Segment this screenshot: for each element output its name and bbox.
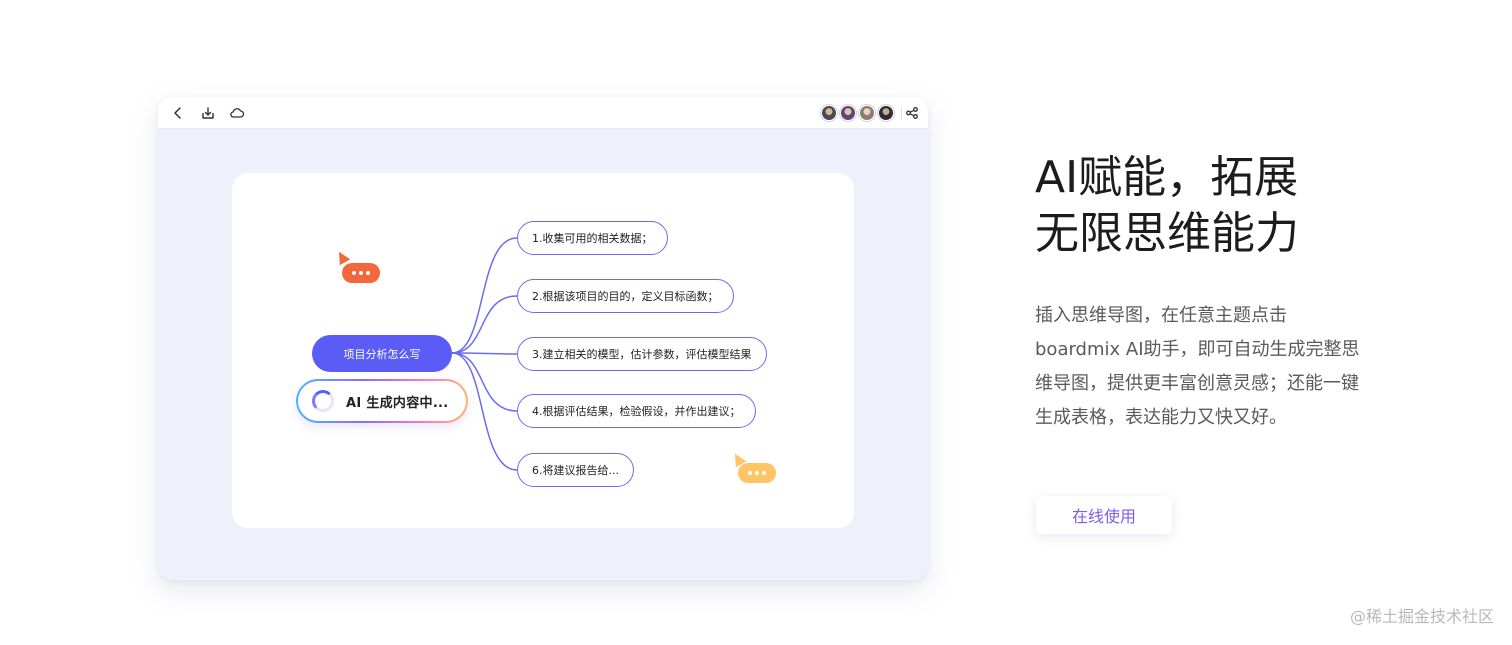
feature-headline: AI赋能，拓展 无限思维能力 [1035,150,1395,262]
share-icon[interactable] [904,105,920,121]
child-topic-node[interactable]: 1.收集可用的相关数据； [517,221,668,255]
chat-bubble-icon [342,263,380,283]
child-topic-node[interactable]: 4.根据评估结果，检验假设，并作出建议； [517,394,756,428]
ai-status-text: AI 生成内容中... [346,395,449,411]
chat-bubble-icon [738,463,776,483]
headline-line: AI赋能，拓展 [1035,152,1299,203]
branch-line [451,295,518,354]
app-window-preview: 项目分析怎么写 AI 生成内容中... 1.收集可用的相关数据； 2.根据该项目… [158,97,928,580]
avatar[interactable] [878,105,894,121]
child-topic-node[interactable]: 2.根据该项目的目的，定义目标函数； [517,279,734,313]
download-icon[interactable] [200,105,216,121]
root-topic-node[interactable]: 项目分析怎么写 [312,335,452,372]
avatar[interactable] [821,105,837,121]
branch-line [451,352,518,355]
toolbar-divider [901,107,902,119]
mindmap-canvas[interactable]: 项目分析怎么写 AI 生成内容中... 1.收集可用的相关数据； 2.根据该项目… [232,173,854,528]
app-toolbar [158,97,928,129]
avatar[interactable] [840,105,856,121]
branch-line [451,237,518,354]
child-topic-node[interactable]: 3.建立相关的模型，估计参数，评估模型结果 [517,337,767,371]
headline-line: 无限思维能力 [1035,208,1299,259]
loading-spinner-icon [312,390,334,412]
child-topic-node[interactable]: 6.将建议报告给... [517,453,634,487]
cloud-icon[interactable] [229,105,245,121]
try-online-button[interactable]: 在线使用 [1036,496,1172,534]
avatar[interactable] [859,105,875,121]
ai-generating-indicator: AI 生成内容中... [296,379,468,423]
collaborator-avatars [821,105,894,121]
watermark-text: @稀土掘金技术社区 [1349,607,1494,626]
back-icon[interactable] [170,105,186,121]
feature-description: 插入思维导图，在任意主题点击boardmix AI助手，即可自动生成完整思维导图… [1035,305,1360,428]
